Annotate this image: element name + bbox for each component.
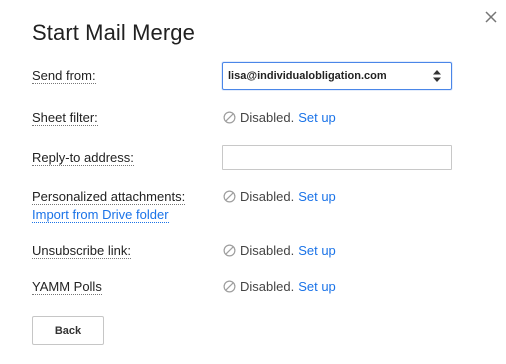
- disabled-icon: [223, 244, 236, 257]
- sheet-filter-status: Disabled. Set up: [223, 110, 336, 125]
- yamm-polls-label: YAMM Polls: [32, 279, 102, 295]
- yamm-polls-status: Disabled. Set up: [223, 279, 336, 294]
- back-button[interactable]: Back: [32, 316, 104, 345]
- unsubscribe-status: Disabled. Set up: [223, 243, 336, 258]
- sheet-filter-label: Sheet filter:: [32, 110, 98, 126]
- disabled-icon: [223, 280, 236, 293]
- personalized-attachments-label: Personalized attachments:: [32, 189, 186, 205]
- dialog-title: Start Mail Merge: [32, 20, 195, 45]
- unsubscribe-setup-link[interactable]: Set up: [298, 243, 336, 258]
- send-from-value: lisa@individualobligation.com: [228, 70, 387, 82]
- disabled-icon: [223, 111, 236, 124]
- close-icon: [485, 11, 497, 23]
- close-button[interactable]: [480, 6, 502, 28]
- reply-to-input[interactable]: [222, 145, 452, 170]
- unsubscribe-link-label: Unsubscribe link:: [32, 243, 131, 259]
- mail-merge-dialog: Start Mail Merge Send from: lisa@individ…: [0, 0, 506, 364]
- unsubscribe-status-text: Disabled.: [240, 243, 295, 258]
- send-from-select[interactable]: lisa@individualobligation.com: [222, 62, 452, 90]
- attachments-setup-link[interactable]: Set up: [298, 189, 336, 204]
- sort-arrows-icon: [433, 70, 441, 82]
- import-drive-folder-link[interactable]: Import from Drive folder: [32, 207, 169, 223]
- disabled-icon: [223, 190, 236, 203]
- attachments-status-text: Disabled.: [240, 189, 295, 204]
- reply-to-label: Reply-to address:: [32, 150, 134, 166]
- attachments-status: Disabled. Set up: [223, 189, 336, 204]
- yamm-polls-status-text: Disabled.: [240, 279, 295, 294]
- yamm-polls-setup-link[interactable]: Set up: [298, 279, 336, 294]
- sheet-filter-setup-link[interactable]: Set up: [298, 110, 336, 125]
- send-from-label: Send from:: [32, 68, 96, 84]
- sheet-filter-status-text: Disabled.: [240, 110, 295, 125]
